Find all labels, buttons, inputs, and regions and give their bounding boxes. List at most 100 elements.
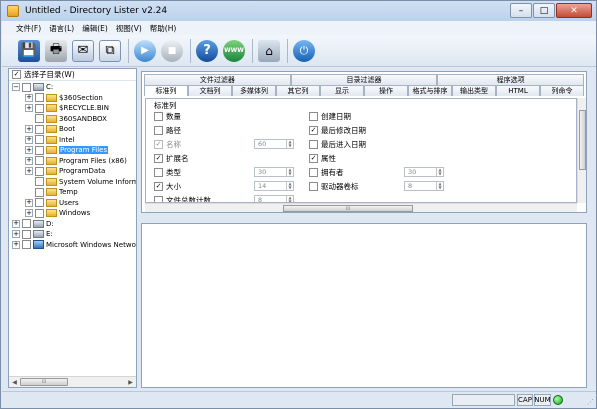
column-checkbox[interactable]: ✓ xyxy=(154,153,163,163)
tree-item-label[interactable]: Windows xyxy=(59,209,90,217)
close-button[interactable]: ✕ xyxy=(556,3,592,18)
column-checkbox[interactable]: ✓ xyxy=(154,139,163,149)
scroll-track[interactable]: ⁞⁞⁞ xyxy=(20,377,125,388)
expand-icon[interactable]: + xyxy=(12,240,20,249)
tree-item[interactable]: + Boot xyxy=(9,124,136,135)
tab-3[interactable]: 其它列 xyxy=(276,85,320,96)
expand-icon[interactable]: + xyxy=(25,198,33,207)
tree-item[interactable]: Temp xyxy=(9,187,136,198)
home-icon[interactable]: ⌂ xyxy=(258,39,280,62)
column-width-value[interactable]: 60 xyxy=(255,140,286,148)
tree-item[interactable]: + ProgramData xyxy=(9,166,136,177)
column-checkbox[interactable]: ✓ xyxy=(154,181,163,191)
tab-5[interactable]: 操作 xyxy=(364,85,408,96)
tree-item-label[interactable]: Boot xyxy=(59,125,75,133)
scroll-thumb[interactable]: ⁞⁞⁞ xyxy=(283,205,413,212)
column-option[interactable]: 创建日期 xyxy=(309,111,351,121)
exit-icon[interactable]: ⏻ xyxy=(293,39,315,62)
title-bar[interactable]: Untitled - Directory Lister v2.24 – □ ✕ xyxy=(1,1,596,21)
tree-item-label[interactable]: Users xyxy=(59,199,79,207)
tab-9[interactable]: 列命令 xyxy=(540,85,584,96)
maximize-button[interactable]: □ xyxy=(533,3,555,18)
tree-item[interactable]: + Program Files (x86) xyxy=(9,156,136,167)
column-width-spinner[interactable]: 60 ▲ ▼ xyxy=(254,139,294,149)
tree-item-checkbox[interactable] xyxy=(35,166,44,176)
tree-item-checkbox[interactable] xyxy=(35,103,44,113)
tree-item-label[interactable]: 360SANDBOX xyxy=(59,115,107,123)
tree-item[interactable]: 360SANDBOX xyxy=(9,114,136,125)
column-width-value[interactable]: 30 xyxy=(255,168,286,176)
tree-item[interactable]: + $360Section xyxy=(9,93,136,104)
column-width-value[interactable]: 30 xyxy=(405,168,436,176)
column-option[interactable]: ✓ 最后修改日期 xyxy=(309,125,366,135)
column-option[interactable]: 类型 xyxy=(154,167,181,177)
tree-item-checkbox[interactable] xyxy=(35,177,44,187)
expand-icon[interactable]: + xyxy=(12,230,20,239)
column-width-spinner[interactable]: 8 ▲ ▼ xyxy=(254,195,294,202)
column-checkbox[interactable]: ✓ xyxy=(309,125,318,135)
tree-item-checkbox[interactable] xyxy=(35,93,44,103)
tree-item[interactable]: + Intel xyxy=(9,135,136,146)
tree-item[interactable]: + $RECYCLE.BIN xyxy=(9,103,136,114)
tree-item-checkbox[interactable] xyxy=(35,114,44,124)
column-width-value[interactable]: 14 xyxy=(255,182,286,190)
spinner-arrows-icon[interactable]: ▲ ▼ xyxy=(286,196,293,202)
tab-dir-filter[interactable]: 目录过滤器 xyxy=(290,74,438,85)
column-width-spinner[interactable]: 8 ▲ ▼ xyxy=(404,181,444,191)
expand-icon[interactable]: + xyxy=(25,167,33,176)
tree-item-checkbox[interactable] xyxy=(22,240,31,250)
stop-icon[interactable]: ■ xyxy=(161,39,183,62)
resize-grip-icon[interactable]: ⋰ xyxy=(587,398,594,406)
tab-6[interactable]: 格式与排序 xyxy=(408,85,452,96)
tab-file-filter[interactable]: 文件过滤器 xyxy=(144,74,291,85)
tree-item-checkbox[interactable] xyxy=(35,124,44,134)
tree-item-checkbox[interactable] xyxy=(22,229,31,239)
spinner-arrows-icon[interactable]: ▲ ▼ xyxy=(286,168,293,176)
minimize-button[interactable]: – xyxy=(510,3,532,18)
tree-item-label[interactable]: Program Files xyxy=(59,146,109,155)
column-width-spinner[interactable]: 30 ▲ ▼ xyxy=(254,167,294,177)
tree-item-label[interactable]: Program Files (x86) xyxy=(59,157,127,165)
menu-language[interactable]: 语言(L) xyxy=(47,23,80,34)
tree-item-checkbox[interactable] xyxy=(35,187,44,197)
column-option[interactable]: ✓ 名称 xyxy=(154,139,181,149)
tree-item[interactable]: + E: xyxy=(9,229,136,240)
expand-icon[interactable]: + xyxy=(12,219,20,228)
column-option[interactable]: 最后进入日期 xyxy=(309,139,366,149)
menu-file[interactable]: 文件(F) xyxy=(2,23,47,34)
tree-item-checkbox[interactable] xyxy=(22,219,31,229)
tree-item[interactable]: + Windows xyxy=(9,208,136,219)
tree-item-checkbox[interactable] xyxy=(22,82,31,92)
tab-0[interactable]: 标准列 xyxy=(144,85,188,96)
tree-item-label[interactable]: $360Section xyxy=(59,94,103,102)
column-width-spinner[interactable]: 14 ▲ ▼ xyxy=(254,181,294,191)
tree-item-label[interactable]: Temp xyxy=(59,188,78,196)
tree-item-label[interactable]: C: xyxy=(46,83,53,91)
expand-icon[interactable]: + xyxy=(25,93,33,102)
menu-view[interactable]: 视图(V) xyxy=(114,23,148,34)
column-option[interactable]: 数量 xyxy=(154,111,181,121)
column-option[interactable]: ✓ 扩展名 xyxy=(154,153,189,163)
column-checkbox[interactable] xyxy=(309,167,318,177)
column-option[interactable]: 路径 xyxy=(154,125,181,135)
tree-horizontal-scrollbar[interactable]: ◀ ⁞⁞⁞ ▶ xyxy=(9,376,136,387)
column-width-value[interactable]: 8 xyxy=(255,196,286,202)
printer-icon[interactable]: 🖶 xyxy=(45,39,67,62)
tree-item[interactable]: + Microsoft Windows Network xyxy=(9,240,136,251)
expand-icon[interactable]: + xyxy=(25,209,33,218)
select-subdirs-row[interactable]: ✓ 选择子目录(W) xyxy=(9,69,136,81)
help-icon[interactable]: ? xyxy=(196,39,218,62)
tree-item[interactable]: − C: xyxy=(9,82,136,93)
tab-vertical-scrollbar[interactable] xyxy=(577,98,586,203)
column-checkbox[interactable] xyxy=(154,111,163,121)
expand-icon[interactable]: + xyxy=(25,125,33,134)
website-icon[interactable]: WWW xyxy=(223,39,245,62)
column-option[interactable]: ✓ 属性 xyxy=(309,153,336,163)
column-checkbox[interactable] xyxy=(154,167,163,177)
output-area[interactable] xyxy=(141,223,587,388)
expand-icon[interactable]: + xyxy=(25,146,33,155)
spinner-arrows-icon[interactable]: ▲ ▼ xyxy=(286,182,293,190)
column-option[interactable]: 拥有者 xyxy=(309,167,344,177)
column-width-spinner[interactable]: 30 ▲ ▼ xyxy=(404,167,444,177)
tab-8[interactable]: HTML xyxy=(496,85,540,96)
